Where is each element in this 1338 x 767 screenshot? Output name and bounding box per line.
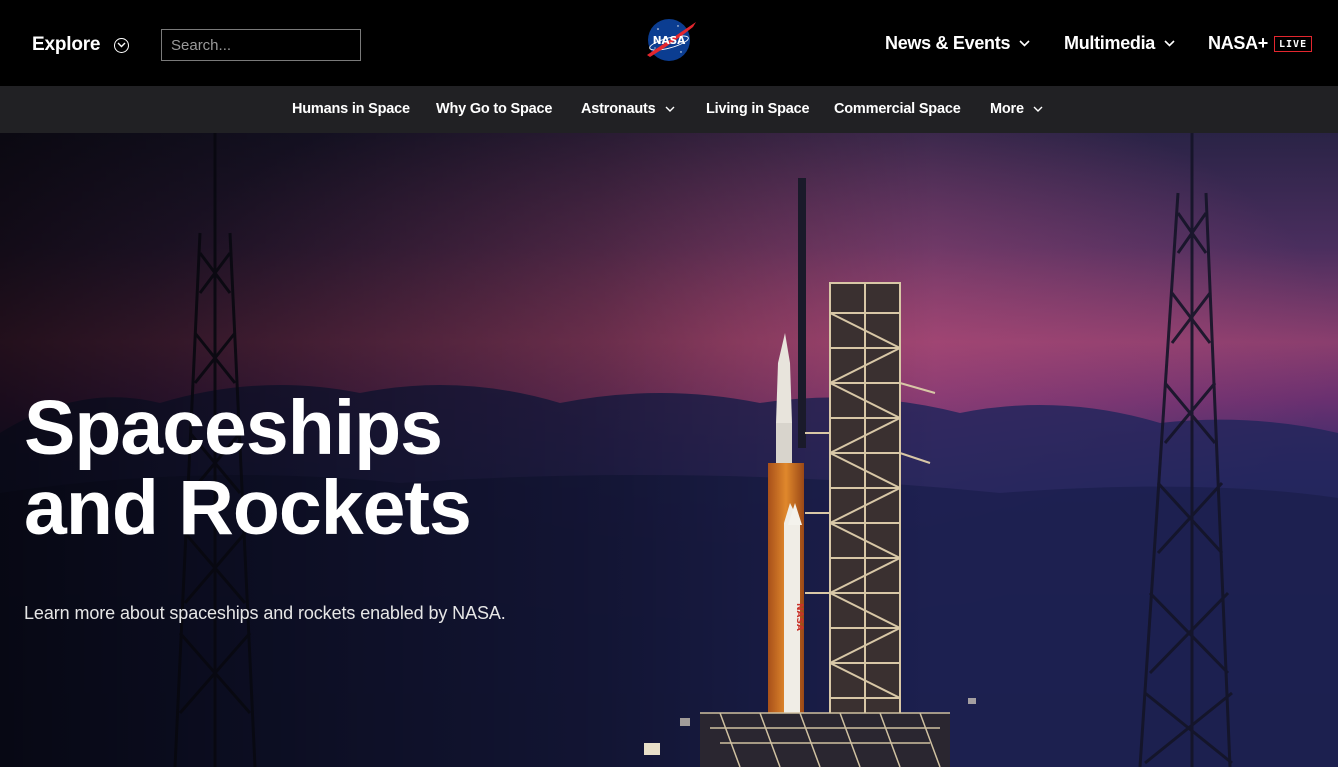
explore-dropdown-icon[interactable] bbox=[114, 38, 129, 53]
hero-title-line2: and Rockets bbox=[24, 465, 472, 551]
subnav-label: More bbox=[990, 101, 1024, 117]
subnav-humans-in-space[interactable]: Humans in Space bbox=[292, 101, 410, 117]
subnav-why-go-to-space[interactable]: Why Go to Space bbox=[436, 101, 552, 117]
nav-nasa-plus-label: NASA+ bbox=[1208, 33, 1269, 53]
hero-title: Spaceships and Rockets bbox=[24, 388, 584, 548]
nav-nasa-plus[interactable]: NASA+ LIVE bbox=[1208, 33, 1313, 54]
svg-text:NASA: NASA bbox=[794, 603, 804, 631]
hero-title-line1: Spaceships bbox=[24, 385, 443, 471]
hero-subtitle: Learn more about spaceships and rockets … bbox=[24, 603, 506, 623]
live-badge: LIVE bbox=[1274, 35, 1313, 52]
chevron-down-icon bbox=[665, 106, 675, 112]
subnav-more[interactable]: More bbox=[990, 101, 1043, 117]
subnav-living-in-space[interactable]: Living in Space bbox=[706, 101, 810, 117]
search-input[interactable] bbox=[161, 29, 361, 61]
logo-text: NASA bbox=[653, 35, 686, 47]
subnav-label: Living in Space bbox=[706, 101, 810, 117]
chevron-down-icon bbox=[1033, 106, 1043, 112]
subnav-label: Commercial Space bbox=[834, 101, 961, 117]
hero-section: NASA Spaceships and Rockets Learn more a… bbox=[0, 133, 1338, 767]
nav-multimedia-label: Multimedia bbox=[1064, 33, 1156, 53]
subnav-label: Astronauts bbox=[581, 101, 656, 117]
subnav-label: Humans in Space bbox=[292, 101, 410, 117]
nasa-meatball-logo[interactable]: NASA bbox=[645, 17, 697, 63]
chevron-down-icon bbox=[1164, 40, 1175, 47]
nav-multimedia[interactable]: Multimedia bbox=[1064, 33, 1175, 54]
subnav-astronauts[interactable]: Astronauts bbox=[581, 101, 675, 117]
nav-news-events[interactable]: News & Events bbox=[885, 33, 1030, 54]
chevron-down-icon bbox=[1019, 40, 1030, 47]
subnav-label: Why Go to Space bbox=[436, 101, 553, 117]
explore-menu-button[interactable]: Explore bbox=[32, 34, 100, 56]
top-navigation-bar: Explore NASA News & Events Multimedia NA… bbox=[0, 0, 1338, 86]
nav-news-events-label: News & Events bbox=[885, 33, 1011, 53]
subnav-commercial-space[interactable]: Commercial Space bbox=[834, 101, 961, 117]
